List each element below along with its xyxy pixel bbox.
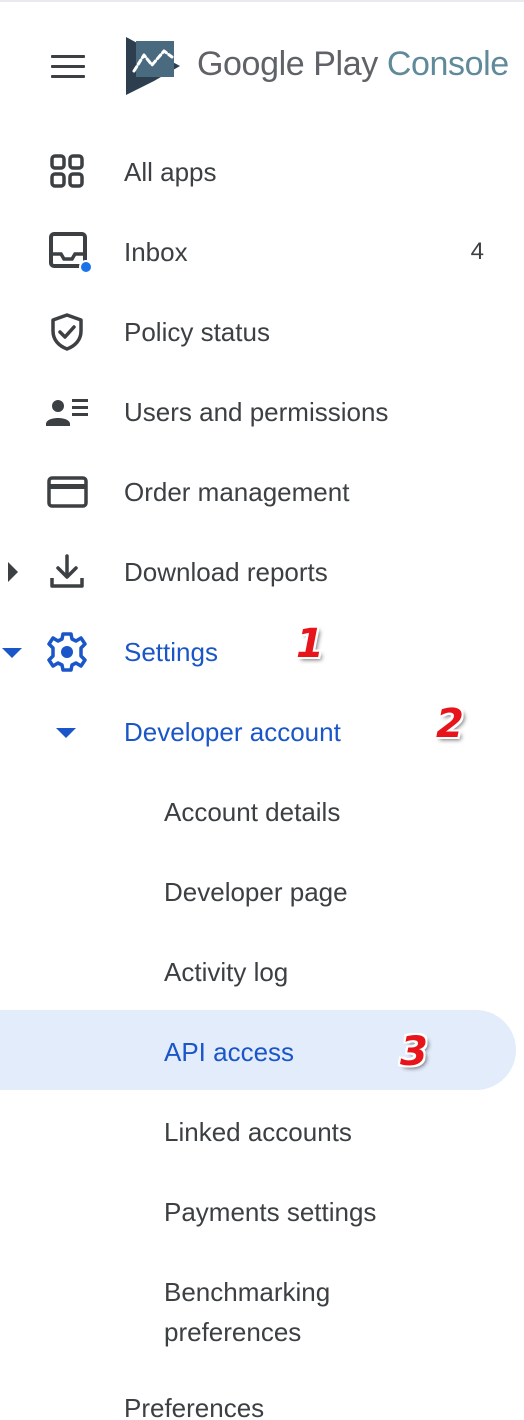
brand-title[interactable]: Google Play Console — [197, 44, 509, 84]
expand-arrow-icon[interactable] — [8, 562, 18, 582]
nav-item-users-permissions[interactable]: Users and permissions — [0, 372, 524, 452]
nav-item-preferences[interactable]: Preferences — [0, 1372, 524, 1420]
collapse-arrow-icon[interactable] — [56, 728, 76, 738]
nav-label-activity-log: Activity log — [164, 957, 289, 987]
app-header: Google Play Console — [0, 28, 524, 102]
nav-item-activity-log[interactable]: Activity log — [0, 932, 524, 1012]
top-divider — [0, 0, 524, 2]
nav-item-payments-settings[interactable]: Payments settings — [0, 1172, 524, 1252]
inbox-count-badge: 4 — [470, 238, 484, 265]
credit-card-icon — [46, 472, 90, 512]
hamburger-menu-icon[interactable] — [44, 46, 92, 86]
nav-item-download-reports[interactable]: Download reports — [0, 532, 524, 612]
nav-label-inbox: Inbox — [124, 237, 188, 267]
nav-label-api-access: API access — [164, 1037, 295, 1067]
inbox-icon — [46, 232, 93, 274]
nav-item-api-access[interactable]: API access — [0, 1012, 524, 1092]
nav-item-policy-status[interactable]: Policy status — [0, 292, 524, 372]
nav-label-developer-page: Developer page — [164, 877, 348, 907]
nav-item-inbox[interactable]: Inbox 4 — [0, 212, 524, 292]
nav-label-all-apps: All apps — [124, 157, 217, 187]
nav-item-benchmarking-preferences[interactable]: Benchmarking preferences — [0, 1252, 524, 1372]
shield-check-icon — [46, 312, 90, 352]
nav-label-preferences: Preferences — [124, 1393, 265, 1420]
nav-label-developer-account: Developer account — [124, 717, 341, 747]
brand-main-text: Google Play — [197, 45, 378, 83]
nav-label-account-details: Account details — [164, 797, 341, 827]
download-icon — [46, 552, 90, 592]
collapse-arrow-icon[interactable] — [2, 648, 22, 658]
nav-item-account-details[interactable]: Account details — [0, 772, 524, 852]
play-console-logo[interactable] — [124, 33, 184, 97]
gear-icon — [46, 632, 90, 672]
nav-label-policy-status: Policy status — [124, 317, 270, 347]
annotation-step-2: 2 — [436, 701, 464, 747]
annotation-step-1: 1 — [296, 621, 324, 667]
grid-icon — [46, 152, 90, 192]
nav-label-download-reports: Download reports — [124, 557, 328, 587]
nav-label-benchmarking-preferences: Benchmarking preferences — [164, 1277, 331, 1347]
nav-item-settings[interactable]: Settings — [0, 612, 524, 692]
annotation-step-3: 3 — [400, 1029, 428, 1075]
brand-sub-text: Console — [386, 45, 509, 83]
nav-label-settings: Settings — [124, 637, 218, 667]
nav-item-developer-page[interactable]: Developer page — [0, 852, 524, 932]
users-list-icon — [46, 392, 90, 432]
nav-item-order-management[interactable]: Order management — [0, 452, 524, 532]
nav-label-order-management: Order management — [124, 477, 350, 507]
nav-label-linked-accounts: Linked accounts — [164, 1117, 352, 1147]
nav-item-linked-accounts[interactable]: Linked accounts — [0, 1092, 524, 1172]
nav-item-all-apps[interactable]: All apps — [0, 132, 524, 212]
nav-label-users-permissions: Users and permissions — [124, 397, 389, 427]
nav-label-payments-settings: Payments settings — [164, 1197, 377, 1227]
